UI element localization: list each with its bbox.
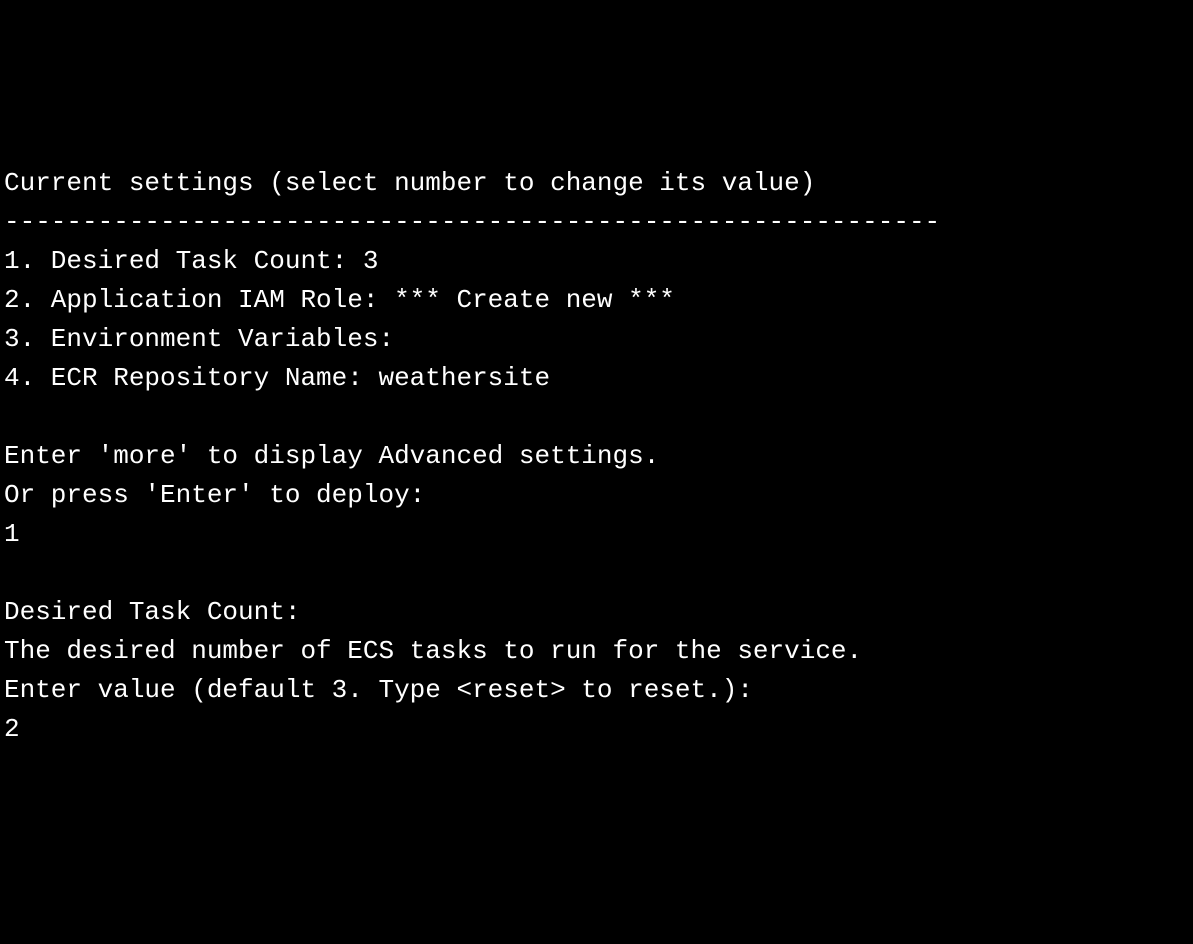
task-count-title: Desired Task Count: xyxy=(4,593,1189,632)
task-count-input-prompt: Enter value (default 3. Type <reset> to … xyxy=(4,671,1189,710)
blank-line-1 xyxy=(4,398,1189,437)
settings-header: Current settings (select number to chang… xyxy=(4,164,1189,203)
divider: ----------------------------------------… xyxy=(4,203,1189,242)
setting-item-3: 3. Environment Variables: xyxy=(4,320,1189,359)
setting-item-4: 4. ECR Repository Name: weathersite xyxy=(4,359,1189,398)
advanced-settings-hint: Enter 'more' to display Advanced setting… xyxy=(4,437,1189,476)
user-input-2[interactable]: 2 xyxy=(4,710,1189,749)
task-count-description: The desired number of ECS tasks to run f… xyxy=(4,632,1189,671)
user-input-1[interactable]: 1 xyxy=(4,515,1189,554)
deploy-prompt: Or press 'Enter' to deploy: xyxy=(4,476,1189,515)
blank-line-2 xyxy=(4,554,1189,593)
setting-item-1: 1. Desired Task Count: 3 xyxy=(4,242,1189,281)
setting-item-2: 2. Application IAM Role: *** Create new … xyxy=(4,281,1189,320)
